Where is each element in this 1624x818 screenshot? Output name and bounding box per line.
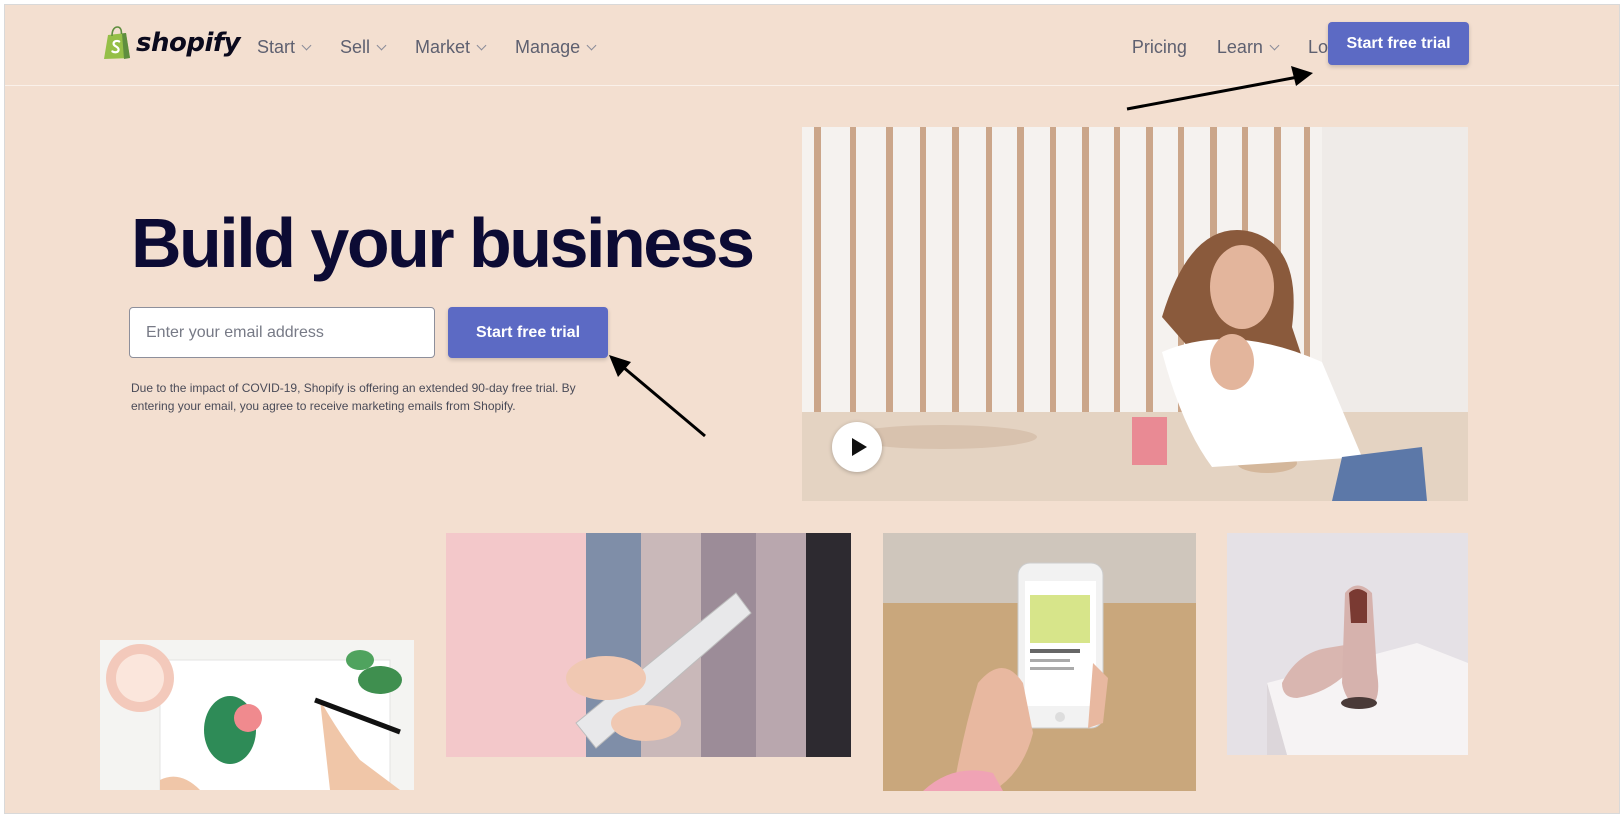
nav-sell[interactable]: Sell <box>340 37 387 58</box>
nav-manage[interactable]: Manage <box>515 37 597 58</box>
chevron-down-icon <box>301 40 312 51</box>
nav-learn[interactable]: Learn <box>1216 37 1280 58</box>
play-icon <box>852 438 867 456</box>
trial-disclaimer: Due to the impact of COVID-19, Shopify i… <box>131 381 576 413</box>
shopify-logo[interactable]: shopify <box>102 26 241 60</box>
tablet-illustration <box>446 533 851 757</box>
hero-title: Build your business <box>131 204 755 282</box>
phone-photo <box>883 533 1196 791</box>
nav-pricing-label: Pricing <box>1131 37 1187 57</box>
site-header: shopify Start Sell Market Manage Pricing… <box>5 5 1619 86</box>
shopping-bag-icon <box>104 26 130 59</box>
shoes-photo <box>1227 533 1468 755</box>
nav-manage-label: Manage <box>515 37 581 57</box>
notebook-photo <box>100 640 414 790</box>
hero-start-trial-button[interactable]: Start free trial <box>448 307 608 358</box>
browser-page: shopify Start Sell Market Manage Pricing… <box>4 4 1620 814</box>
brand-name: shopify <box>136 28 241 58</box>
email-input[interactable] <box>129 307 435 358</box>
chevron-down-icon <box>1269 40 1280 51</box>
chevron-down-icon <box>586 40 597 51</box>
arrow-annotation-icon <box>609 355 706 438</box>
play-video-button[interactable] <box>832 422 882 472</box>
nav-sell-label: Sell <box>340 37 371 57</box>
chevron-down-icon <box>476 40 487 51</box>
nav-market[interactable]: Market <box>415 37 487 58</box>
notebook-illustration <box>100 640 414 790</box>
shoes-illustration <box>1227 533 1468 755</box>
chevron-down-icon <box>376 40 387 51</box>
nav-start[interactable]: Start <box>257 37 312 58</box>
nav-market-label: Market <box>415 37 471 57</box>
nav-learn-label: Learn <box>1216 37 1263 57</box>
nav-start-label: Start <box>257 37 296 57</box>
hero-video-illustration <box>802 127 1468 501</box>
phone-illustration <box>883 533 1196 791</box>
tablet-photo <box>446 533 851 757</box>
hero-video-image[interactable] <box>802 127 1468 501</box>
header-start-trial-button[interactable]: Start free trial <box>1328 22 1469 65</box>
nav-pricing[interactable]: Pricing <box>1132 37 1187 58</box>
secondary-nav: Pricing Learn Log in <box>1132 37 1357 58</box>
primary-nav: Start Sell Market Manage <box>257 37 625 58</box>
